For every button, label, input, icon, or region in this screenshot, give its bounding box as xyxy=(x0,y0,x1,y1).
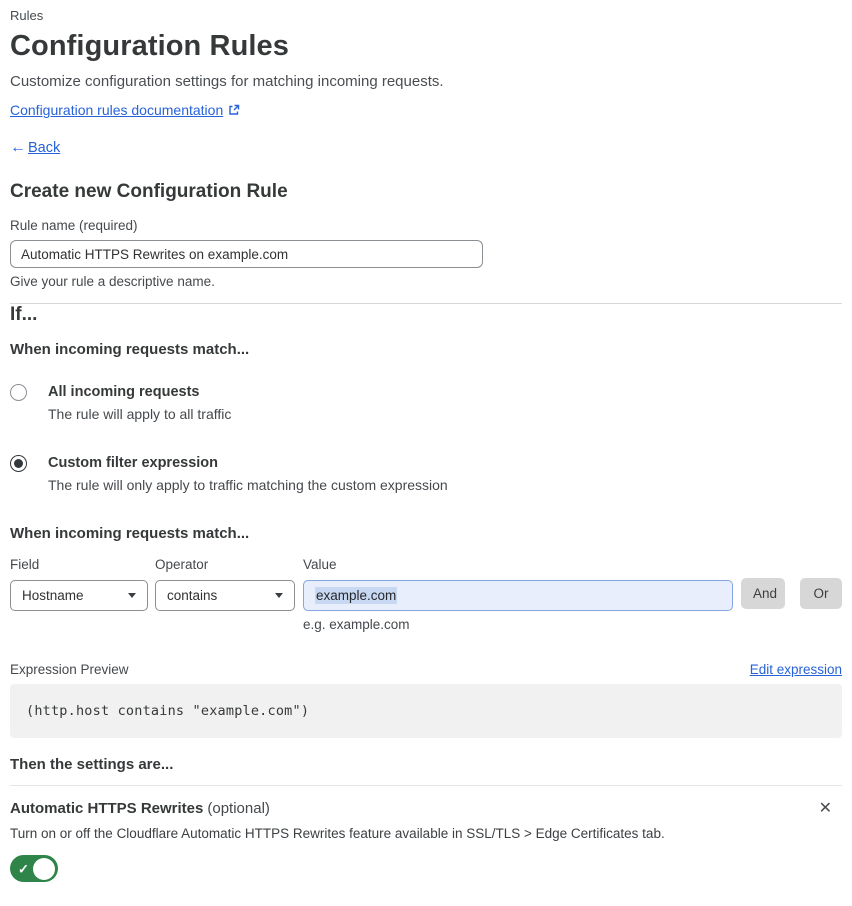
expression-preview-label: Expression Preview xyxy=(10,662,129,678)
radio-description: The rule will only apply to traffic matc… xyxy=(48,477,448,494)
then-settings-heading: Then the settings are... xyxy=(10,756,174,774)
chevron-down-icon xyxy=(275,593,283,599)
toggle-knob xyxy=(33,857,55,880)
rule-name-input[interactable] xyxy=(10,240,483,269)
page-description: Customize configuration settings for mat… xyxy=(10,73,444,91)
configuration-rules-page: Rules Configuration Rules Customize conf… xyxy=(0,0,852,892)
builder-match-label: When incoming requests match... xyxy=(10,525,250,543)
operator-label: Operator xyxy=(155,557,209,573)
value-label: Value xyxy=(303,557,337,573)
setting-title: Automatic HTTPS Rewrites (optional) xyxy=(10,800,270,817)
operator-select[interactable]: contains xyxy=(155,580,295,612)
field-select-value: Hostname xyxy=(22,588,84,604)
and-button[interactable]: And xyxy=(741,578,785,610)
value-helper: e.g. example.com xyxy=(303,617,410,633)
match-label: When incoming requests match... xyxy=(10,341,250,359)
rule-name-helper: Give your rule a descriptive name. xyxy=(10,274,215,290)
page-title: Configuration Rules xyxy=(10,30,289,62)
back-link[interactable]: ← Back xyxy=(10,139,842,157)
if-heading: If... xyxy=(10,304,38,326)
radio-unselected-icon[interactable] xyxy=(10,384,27,402)
back-link-label[interactable]: Back xyxy=(28,140,60,156)
or-button[interactable]: Or xyxy=(800,578,842,610)
field-label: Field xyxy=(10,557,40,573)
operator-select-value: contains xyxy=(167,588,218,604)
chevron-down-icon xyxy=(128,593,136,599)
back-arrow-icon: ← xyxy=(10,139,26,157)
radio-selected-icon[interactable] xyxy=(10,455,27,473)
value-input[interactable]: example.com xyxy=(303,580,733,612)
close-icon[interactable]: ✕ xyxy=(815,801,836,817)
edit-expression-link[interactable]: Edit expression xyxy=(750,662,842,677)
setting-card: Automatic HTTPS Rewrites (optional) ✕ Tur… xyxy=(10,785,842,883)
external-link-icon xyxy=(228,104,240,116)
value-input-text: example.com xyxy=(315,587,398,605)
rule-name-label: Rule name (required) xyxy=(10,218,138,234)
expression-preview-code: (http.host contains "example.com") xyxy=(10,684,842,739)
radio-label: Custom filter expression xyxy=(48,455,219,472)
radio-description: The rule will apply to all traffic xyxy=(48,406,232,423)
check-icon: ✓ xyxy=(18,861,29,877)
breadcrumb: Rules xyxy=(10,8,44,23)
setting-description: Turn on or off the Cloudflare Automatic … xyxy=(10,826,665,842)
automatic-https-rewrites-toggle[interactable]: ✓ xyxy=(10,855,58,883)
expression-builder-row: Field Hostname Operator contains Value e… xyxy=(10,557,842,632)
radio-all-incoming-requests[interactable]: All incoming requests The rule will appl… xyxy=(10,383,842,423)
setting-name: Automatic HTTPS Rewrites xyxy=(10,800,204,818)
setting-optional-label: (optional) xyxy=(207,800,270,818)
create-rule-heading: Create new Configuration Rule xyxy=(10,181,288,203)
field-select[interactable]: Hostname xyxy=(10,580,148,612)
radio-custom-filter-expression[interactable]: Custom filter expression The rule will o… xyxy=(10,454,842,494)
radio-label: All incoming requests xyxy=(48,384,200,401)
documentation-link[interactable]: Configuration rules documentation xyxy=(10,102,223,118)
